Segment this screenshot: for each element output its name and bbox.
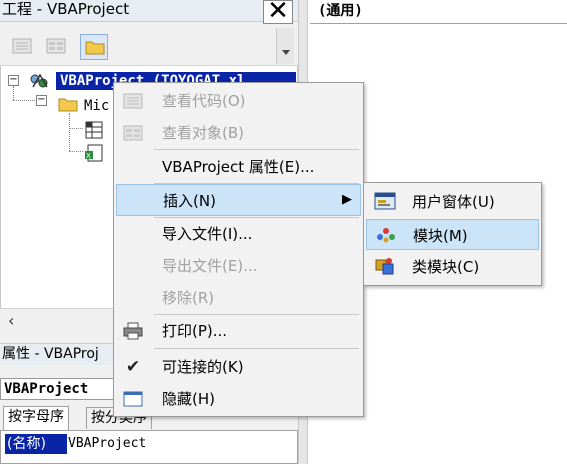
properties-object-combo-value: VBAProject — [4, 381, 89, 397]
menu-item-label: 导入文件(I)... — [162, 225, 253, 243]
toggle-folders-button[interactable] — [80, 34, 108, 60]
close-button[interactable]: ✕ — [263, 0, 293, 24]
menu-item-label: 查看对象(B) — [162, 124, 244, 142]
menu-item-label: 用户窗体(U) — [412, 193, 495, 211]
worksheet-icon[interactable] — [83, 120, 105, 140]
submenu-item-class-module[interactable]: 类模块(C) — [366, 251, 539, 282]
view-code-button[interactable] — [8, 34, 36, 60]
module-icon — [377, 228, 395, 243]
menu-separator — [154, 149, 359, 150]
collapse-toggle-objects[interactable]: − — [36, 95, 47, 106]
window-icon — [123, 391, 143, 407]
collapse-toggle[interactable]: − — [8, 75, 19, 86]
menu-item-label: 导出文件(E)... — [162, 257, 258, 275]
view-code-icon — [12, 38, 32, 54]
tree-item-objects-folder[interactable]: Mic — [84, 97, 109, 115]
property-value[interactable]: VBAProject — [68, 434, 146, 454]
code-object-combo[interactable]: (通用) — [310, 0, 567, 24]
menu-item-label: 类模块(C) — [412, 258, 480, 276]
menu-separator — [154, 348, 359, 349]
printer-icon — [123, 322, 143, 340]
view-object-button[interactable] — [42, 34, 70, 60]
menu-item-import-file[interactable]: 导入文件(I)... — [116, 218, 361, 250]
folder-icon — [58, 98, 78, 112]
code-object-combo-value: (通用) — [318, 3, 363, 19]
thisworkbook-icon[interactable]: X — [83, 143, 105, 163]
insert-submenu: 用户窗体(U) 模块(M) 类模块(C) — [363, 182, 542, 286]
menu-item-view-object[interactable]: 查看对象(B) — [116, 117, 361, 149]
tab-alphabetic[interactable]: 按字母序 — [3, 406, 69, 430]
folder-icon — [85, 41, 105, 55]
menu-item-label: VBAProject 属性(E)... — [162, 158, 315, 176]
view-object-icon — [46, 38, 66, 54]
submenu-item-module[interactable]: 模块(M) — [366, 219, 539, 250]
checkmark-icon: ✔ — [125, 357, 141, 377]
menu-item-label: 可连接的(K) — [162, 358, 244, 376]
menu-item-label: 打印(P)... — [162, 322, 228, 340]
menu-item-insert[interactable]: 插入(N) ▶ — [116, 184, 361, 216]
submenu-arrow-icon: ▶ — [342, 192, 352, 207]
class-module-icon — [375, 258, 394, 275]
menu-item-label: 插入(N) — [163, 192, 216, 210]
userform-icon — [374, 192, 396, 210]
submenu-item-userform[interactable]: 用户窗体(U) — [366, 186, 539, 217]
menu-item-project-properties[interactable]: VBAProject 属性(E)... — [116, 151, 361, 183]
project-toolbar — [0, 24, 298, 66]
menu-item-print[interactable]: 打印(P)... — [116, 315, 361, 347]
view-code-icon — [123, 93, 143, 109]
chevron-down-icon — [282, 50, 290, 55]
context-menu: 查看代码(O) 查看对象(B) VBAProject 属性(E)... 插入(N… — [113, 82, 364, 417]
property-name[interactable]: (名称) — [5, 434, 67, 454]
toolbar-scroll[interactable] — [276, 28, 294, 64]
svg-text:X: X — [86, 152, 91, 160]
menu-item-label: 隐藏(H) — [162, 390, 215, 408]
menu-item-label: 移除(R) — [162, 289, 215, 307]
menu-item-view-code[interactable]: 查看代码(O) — [116, 85, 361, 117]
menu-item-dockable[interactable]: ✔ 可连接的(K) — [116, 351, 361, 383]
menu-item-label: 模块(M) — [413, 227, 468, 245]
properties-grid: (名称) VBAProject — [0, 430, 298, 464]
menu-item-hide[interactable]: 隐藏(H) — [116, 383, 361, 415]
chevron-left-icon[interactable]: ‹ — [8, 311, 14, 330]
view-object-icon — [123, 125, 143, 141]
project-explorer-title: 工程 - VBAProject — [0, 0, 300, 22]
menu-item-export-file[interactable]: 导出文件(E)... — [116, 250, 361, 282]
menu-item-remove[interactable]: 移除(R) — [116, 282, 361, 314]
menu-item-label: 查看代码(O) — [162, 92, 246, 110]
close-icon: ✕ — [267, 0, 289, 26]
vba-project-icon — [30, 73, 48, 88]
